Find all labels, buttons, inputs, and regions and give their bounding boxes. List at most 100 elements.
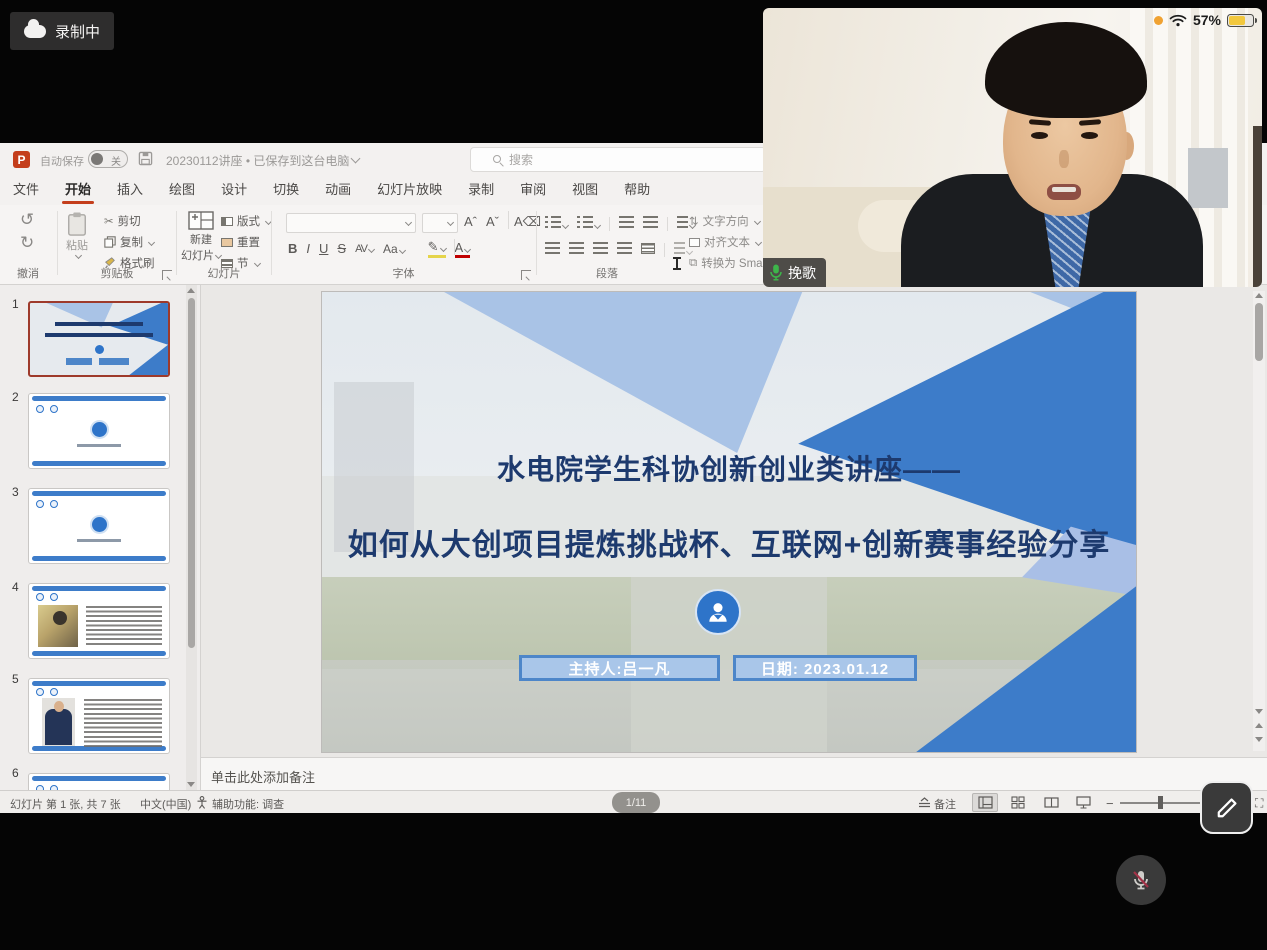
scroll-up-icon[interactable] bbox=[187, 288, 195, 293]
justify-button[interactable] bbox=[617, 241, 632, 259]
paste-button[interactable]: 粘贴 bbox=[66, 211, 88, 258]
font-size-combo[interactable] bbox=[422, 213, 458, 233]
main-scroll-down-icon[interactable] bbox=[1255, 709, 1263, 714]
cut-button[interactable]: ✂ 剪切 bbox=[104, 213, 141, 229]
increase-indent-button[interactable] bbox=[643, 215, 658, 233]
notes-placeholder[interactable]: 单击此处添加备注 bbox=[211, 767, 315, 786]
main-scrollbar-thumb[interactable] bbox=[1255, 303, 1263, 361]
tab-insert[interactable]: 插入 bbox=[104, 177, 156, 205]
font-name-combo[interactable] bbox=[286, 213, 416, 233]
next-slide-icon[interactable] bbox=[1255, 737, 1263, 742]
tab-transitions[interactable]: 切换 bbox=[260, 177, 312, 205]
pen-icon bbox=[1214, 795, 1240, 821]
char-spacing-button[interactable]: AV bbox=[355, 243, 374, 255]
undo-icon[interactable]: ↺ bbox=[20, 210, 34, 230]
bold-button[interactable]: B bbox=[288, 241, 297, 256]
tab-review[interactable]: 审阅 bbox=[507, 177, 559, 205]
italic-button[interactable]: I bbox=[306, 241, 310, 256]
text-direction-button[interactable]: ⇅ 文字方向 bbox=[689, 213, 760, 229]
document-title[interactable]: 20230112讲座 • 已保存到这台电脑 bbox=[166, 152, 349, 169]
slide-canvas[interactable]: 水电院学生科协创新创业类讲座—— 如何从大创项目提炼挑战杯、互联网+创新赛事经验… bbox=[321, 291, 1137, 753]
align-center-button[interactable] bbox=[569, 241, 584, 259]
avatar bbox=[695, 589, 741, 635]
tab-record[interactable]: 录制 bbox=[455, 177, 507, 205]
align-right-button[interactable] bbox=[593, 241, 608, 259]
tab-design[interactable]: 设计 bbox=[208, 177, 260, 205]
normal-view-button[interactable] bbox=[972, 793, 998, 812]
copy-label: 复制 bbox=[120, 234, 143, 250]
layout-button[interactable]: 版式 bbox=[221, 213, 271, 229]
slideshow-view-button[interactable] bbox=[1070, 793, 1096, 812]
notes-button[interactable]: 备注 bbox=[934, 796, 956, 812]
mute-microphone-button[interactable] bbox=[1116, 855, 1166, 905]
accessibility-status[interactable]: 辅助功能: 调查 bbox=[212, 796, 284, 812]
zoom-out-button[interactable]: − bbox=[1106, 796, 1114, 811]
align-text-icon bbox=[689, 238, 700, 247]
align-left-button[interactable] bbox=[545, 241, 560, 259]
language-indicator[interactable]: 中文(中国) bbox=[140, 796, 191, 812]
tab-view[interactable]: 视图 bbox=[559, 177, 611, 205]
slide-sorter-view-button[interactable] bbox=[1005, 793, 1031, 812]
convert-smartart-button[interactable]: ⧉ 转换为 Sma bbox=[689, 255, 763, 271]
font-dialog-launcher-icon[interactable] bbox=[521, 270, 531, 280]
thumb-number-3: 3 bbox=[12, 485, 19, 499]
thumbnail-scrollbar-thumb[interactable] bbox=[188, 298, 195, 648]
save-icon[interactable] bbox=[138, 151, 153, 166]
annotation-pen-button[interactable] bbox=[1200, 781, 1253, 834]
tab-help[interactable]: 帮助 bbox=[611, 177, 663, 205]
thumbnail-scrollbar[interactable] bbox=[186, 285, 197, 790]
underline-button[interactable]: U bbox=[319, 241, 328, 256]
highlight-color-button[interactable]: ✎ bbox=[428, 239, 446, 258]
main-scroll-up-icon[interactable] bbox=[1255, 293, 1263, 298]
copy-button[interactable]: 复制 bbox=[104, 234, 154, 250]
slide-sorter-icon bbox=[1011, 796, 1025, 809]
font-color-button[interactable]: A bbox=[455, 240, 471, 258]
redo-icon[interactable]: ↻ bbox=[20, 233, 34, 253]
tab-draw[interactable]: 绘图 bbox=[156, 177, 208, 205]
slide-thumbnail-1[interactable] bbox=[28, 301, 170, 377]
grow-font-button[interactable]: Aˆ bbox=[464, 214, 477, 229]
slide-thumbnail-3[interactable] bbox=[28, 488, 170, 564]
main-scrollbar[interactable] bbox=[1253, 291, 1265, 751]
new-slide-label-1: 新建 bbox=[190, 231, 212, 247]
clipboard-dialog-launcher-icon[interactable] bbox=[162, 270, 172, 280]
bullets-button[interactable] bbox=[545, 215, 568, 233]
slide-thumbnail-2[interactable] bbox=[28, 393, 170, 469]
autosave-toggle[interactable]: 关 bbox=[88, 150, 128, 168]
numbering-button[interactable] bbox=[577, 215, 600, 233]
cloud-icon bbox=[24, 25, 46, 38]
strikethrough-button[interactable]: S bbox=[337, 241, 346, 256]
tab-file[interactable]: 文件 bbox=[0, 177, 52, 205]
shrink-font-button[interactable]: Aˇ bbox=[486, 214, 499, 229]
new-slide-button[interactable]: 新建 幻灯片 bbox=[181, 211, 221, 263]
slide-thumbnail-6[interactable] bbox=[28, 773, 170, 790]
date-text: 日期: 2023.01.12 bbox=[761, 658, 889, 679]
fit-to-window-icon[interactable]: ⛶ bbox=[1255, 796, 1263, 811]
search-box[interactable] bbox=[470, 147, 766, 172]
tab-home[interactable]: 开始 bbox=[52, 177, 104, 205]
doc-title-chevron-icon[interactable] bbox=[351, 154, 361, 164]
change-case-button[interactable]: Aa bbox=[383, 242, 405, 256]
slide-title-line2[interactable]: 如何从大创项目提炼挑战杯、互联网+创新赛事经验分享 bbox=[322, 520, 1136, 564]
webcam-overlay: 57% 挽歌 bbox=[763, 8, 1262, 287]
notes-pane[interactable]: 单击此处添加备注 bbox=[200, 757, 1267, 790]
slide-thumbnail-panel: 1 2 3 4 5 6 bbox=[0, 285, 200, 790]
tab-animations[interactable]: 动画 bbox=[312, 177, 364, 205]
scroll-down-icon[interactable] bbox=[187, 782, 195, 787]
slide-counter[interactable]: 幻灯片 第 1 张, 共 7 张 bbox=[10, 796, 121, 812]
slide-thumbnail-4[interactable] bbox=[28, 583, 170, 659]
slide-thumbnail-5[interactable] bbox=[28, 678, 170, 754]
host-banner: 主持人:吕一凡 bbox=[519, 655, 720, 681]
zoom-slider-thumb[interactable] bbox=[1158, 796, 1163, 809]
align-text-button[interactable]: 对齐文本 bbox=[689, 234, 761, 250]
previous-slide-icon[interactable] bbox=[1255, 723, 1263, 728]
tab-slideshow[interactable]: 幻灯片放映 bbox=[364, 177, 455, 205]
reset-button[interactable]: 重置 bbox=[221, 234, 260, 250]
distribute-button[interactable] bbox=[641, 241, 655, 259]
reading-view-button[interactable] bbox=[1038, 793, 1064, 812]
search-input[interactable] bbox=[509, 153, 749, 167]
recording-badge[interactable]: 录制中 bbox=[10, 12, 114, 50]
slide-title-line1[interactable]: 水电院学生科协创新创业类讲座—— bbox=[322, 448, 1136, 488]
decrease-indent-button[interactable] bbox=[619, 215, 634, 233]
paste-label: 粘贴 bbox=[66, 237, 88, 253]
